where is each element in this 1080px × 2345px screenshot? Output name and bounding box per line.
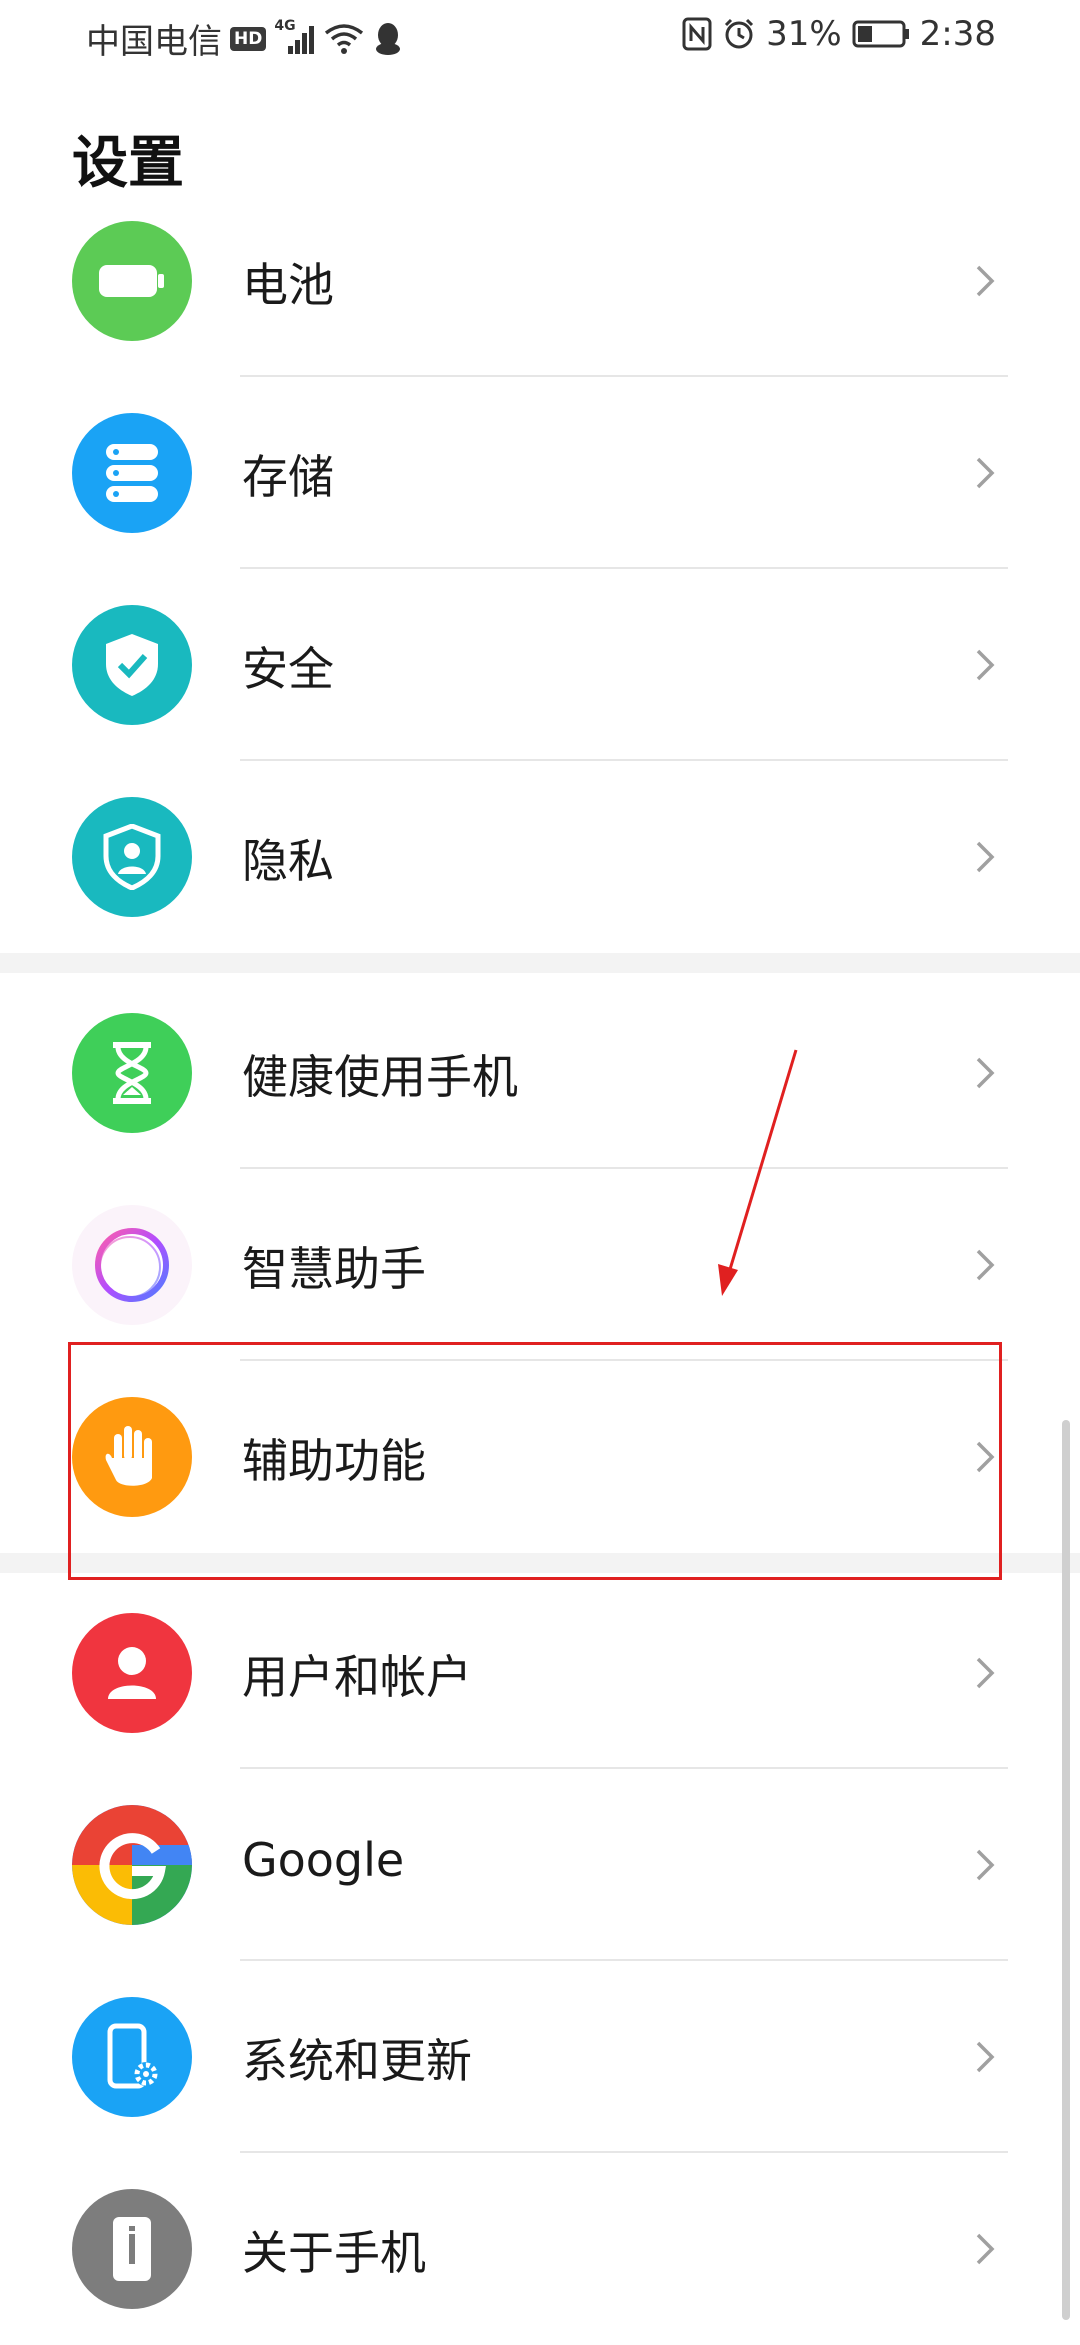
settings-item-label: 安全: [242, 642, 334, 696]
phone-gear-icon: [72, 1997, 192, 2117]
settings-item-privacy[interactable]: 隐私: [0, 761, 1080, 953]
settings-item-label: 存储: [242, 450, 334, 504]
phone-info-icon: [72, 2189, 192, 2309]
chevron-right-icon: [976, 1057, 995, 1089]
clock: 2:38: [919, 14, 996, 54]
settings-item-label: 系统和更新: [242, 2034, 472, 2088]
chevron-right-icon: [976, 1249, 995, 1281]
chevron-right-icon: [976, 457, 995, 489]
hourglass-icon: [72, 1013, 192, 1133]
chevron-right-icon: [976, 649, 995, 681]
settings-item-battery[interactable]: 电池: [0, 185, 1080, 377]
annotation-highlight-box: [68, 1342, 1002, 1580]
settings-item-label: 电池: [242, 258, 334, 312]
hd-badge: HD: [230, 26, 267, 51]
battery-status-icon: [852, 20, 909, 48]
annotation-arrow: [718, 1049, 798, 1296]
settings-item-google[interactable]: Google: [0, 1769, 1080, 1961]
google-icon: [72, 1805, 192, 1925]
shield-check-icon: [72, 605, 192, 725]
settings-item-security[interactable]: 安全: [0, 569, 1080, 761]
chevron-right-icon: [976, 1849, 995, 1881]
storage-icon: [72, 413, 192, 533]
chevron-right-icon: [976, 2041, 995, 2073]
chevron-right-icon: [976, 265, 995, 297]
battery-percent: 31%: [766, 14, 842, 54]
status-bar-right: 31% 2:38: [682, 14, 996, 54]
settings-item-about-phone[interactable]: 关于手机: [0, 2153, 1080, 2345]
battery-icon: [72, 221, 192, 341]
settings-item-smart-assistant[interactable]: 智慧助手: [0, 1169, 1080, 1361]
settings-item-label: Google: [242, 1833, 405, 1887]
settings-item-storage[interactable]: 存储: [0, 377, 1080, 569]
settings-item-digital-balance[interactable]: 健康使用手机: [0, 977, 1080, 1169]
chevron-right-icon: [976, 841, 995, 873]
status-bar-left: 中国电信 HD 4G: [86, 14, 404, 63]
group-separator: [0, 953, 1080, 973]
chevron-right-icon: [976, 1657, 995, 1689]
settings-item-label: 关于手机: [242, 2226, 426, 2280]
status-bar: 中国电信 HD 4G 31% 2:38: [0, 0, 1080, 72]
carrier-name: 中国电信: [86, 22, 222, 62]
settings-item-system-updates[interactable]: 系统和更新: [0, 1961, 1080, 2153]
privacy-icon: [72, 797, 192, 917]
signal-icon: 4G: [274, 18, 316, 56]
settings-item-label: 隐私: [242, 834, 334, 888]
wifi-icon: [325, 23, 364, 54]
settings-item-users-accounts[interactable]: 用户和帐户: [0, 1577, 1080, 1769]
settings-item-label: 健康使用手机: [242, 1050, 518, 1104]
qq-icon: [376, 22, 401, 55]
scrollbar[interactable]: [1062, 1420, 1070, 2320]
user-icon: [72, 1613, 192, 1733]
alarm-icon: [725, 18, 754, 49]
nfc-icon: [682, 17, 712, 51]
settings-item-label: 用户和帐户: [242, 1650, 472, 1704]
assistant-icon: [72, 1205, 192, 1325]
settings-item-label: 智慧助手: [242, 1242, 426, 1296]
chevron-right-icon: [976, 2233, 995, 2265]
